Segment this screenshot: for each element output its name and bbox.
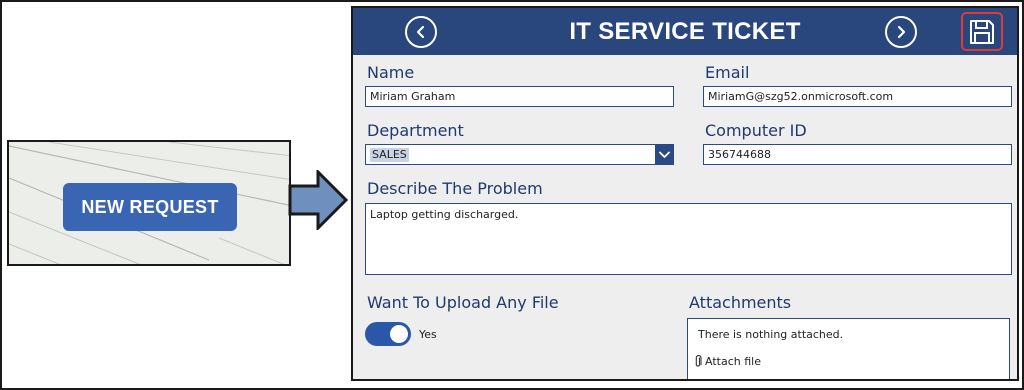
back-button[interactable] <box>405 16 437 48</box>
email-label: Email <box>705 63 750 82</box>
chevron-down-icon[interactable] <box>655 145 673 164</box>
page-title: IT SERVICE TICKET <box>569 18 801 45</box>
computer-id-label: Computer ID <box>705 121 807 140</box>
attach-file-link[interactable]: Attach file <box>694 355 761 368</box>
attachments-box: There is nothing attached. Attach file <box>687 318 1010 379</box>
department-selected-value: SALES <box>370 148 409 162</box>
new-request-button[interactable]: NEW REQUEST <box>63 183 237 231</box>
chevron-right-icon <box>897 25 906 39</box>
attachments-label: Attachments <box>689 293 792 312</box>
save-button[interactable] <box>961 12 1003 51</box>
new-request-thumbnail: NEW REQUEST <box>7 140 291 266</box>
right-arrow-icon <box>288 170 349 230</box>
attach-file-label: Attach file <box>705 355 761 368</box>
attachments-empty-text: There is nothing attached. <box>698 328 844 341</box>
chevron-left-icon <box>416 25 425 39</box>
form-header: IT SERVICE TICKET <box>353 8 1017 55</box>
next-button[interactable] <box>885 16 917 48</box>
department-dropdown[interactable]: SALES <box>365 144 674 165</box>
upload-toggle[interactable] <box>365 322 411 346</box>
paperclip-icon <box>695 355 702 367</box>
floppy-disk-icon <box>970 19 994 44</box>
name-field[interactable]: Miriam Graham <box>365 86 674 107</box>
toggle-knob <box>390 325 408 343</box>
email-field[interactable]: MiriamG@szg52.onmicrosoft.com <box>703 86 1012 107</box>
department-label: Department <box>367 121 464 140</box>
upload-label: Want To Upload Any File <box>367 293 559 312</box>
name-label: Name <box>367 63 415 82</box>
problem-label: Describe The Problem <box>367 179 543 198</box>
problem-description-textarea[interactable]: Laptop getting discharged. <box>365 203 1012 275</box>
computer-id-field[interactable]: 356744688 <box>703 144 1012 165</box>
it-service-ticket-form: IT SERVICE TICKET Name Miriam Graham Ema… <box>351 6 1019 381</box>
toggle-label: Yes <box>419 328 437 341</box>
